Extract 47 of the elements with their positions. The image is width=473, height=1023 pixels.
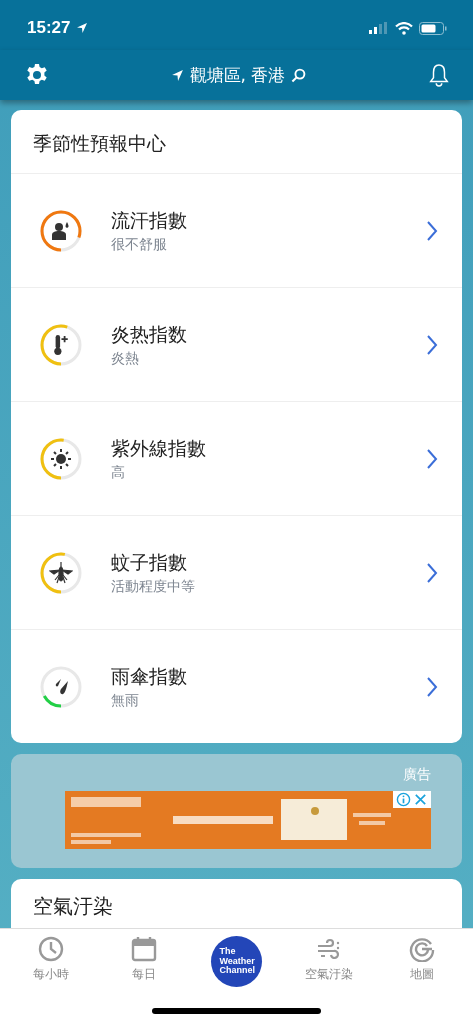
close-icon[interactable] [413,792,428,807]
radar-icon[interactable] [408,936,435,962]
search-icon [291,67,307,83]
chevron-right-icon [426,219,438,242]
index-row[interactable]: 雨傘指數 無雨 [11,629,462,743]
card-title: 空氣汙染 [32,893,114,920]
person-droplet-icon [51,220,71,241]
index-title: 紫外線指數 [111,435,207,461]
status-time: 15:27 [27,18,71,38]
index-status: 高 [111,463,126,482]
index-title: 流汗指數 [111,207,188,233]
nav-label[interactable]: 空氣汙染 [305,966,354,983]
index-status: 炎熱 [111,349,140,368]
chevron-right-icon [426,447,438,470]
location-arrow-icon [76,22,89,34]
nav-label[interactable]: 地圖 [409,966,434,983]
index-row[interactable]: 流汗指數 很不舒服 [11,173,462,287]
nav-label[interactable]: 每小時 [33,966,70,983]
index-status: 活動程度中等 [111,577,196,596]
info-icon[interactable] [396,792,411,807]
index-title: 蚊子指數 [111,549,188,575]
nav-label[interactable]: 每日 [131,966,156,983]
index-row[interactable]: 蚊子指數 活動程度中等 [11,515,462,629]
clock-icon[interactable] [38,936,65,962]
mosquito-icon [49,560,73,585]
ad-label: 廣告 [403,766,431,784]
chevron-right-icon [426,561,438,584]
settings-icon[interactable] [25,63,49,87]
index-status: 無雨 [111,691,140,710]
location-arrow-icon [170,68,184,82]
index-row[interactable]: 炎热指数 炎熱 [11,287,462,401]
battery-icon [419,21,447,35]
index-title: 雨傘指數 [111,663,188,689]
sun-icon [51,448,71,469]
index-title: 炎热指数 [111,321,188,347]
calendar-icon[interactable] [130,936,157,962]
weather-channel-logo[interactable]: The Weather Channel [211,936,262,987]
index-row[interactable]: 紫外線指數 高 [11,401,462,515]
location-button[interactable]: 觀塘區, 香港 [170,63,307,87]
card-title: 季節性預報中心 [32,131,167,156]
signal-icon [369,22,389,34]
notification-bell-icon[interactable] [428,62,450,88]
thermometer-plus-icon [52,333,70,356]
chevron-right-icon [426,675,438,698]
index-status: 很不舒服 [111,235,168,254]
chevron-right-icon [426,333,438,356]
wifi-icon [395,21,413,35]
